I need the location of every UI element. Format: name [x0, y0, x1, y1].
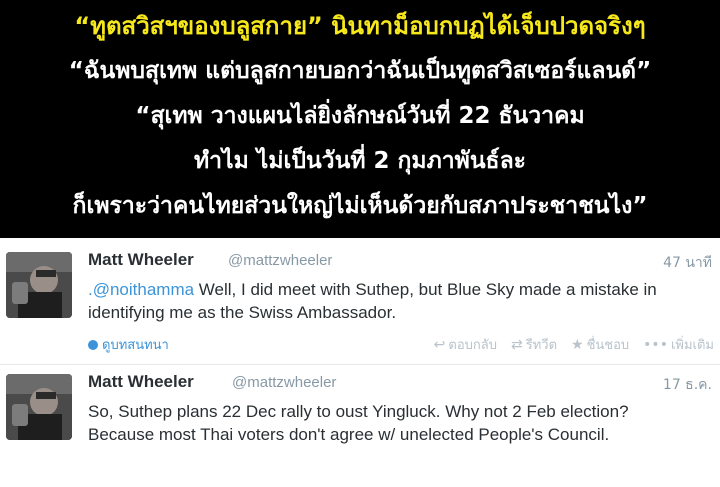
tweet-actions: ↩ ตอบกลับ ⇄ รีทวีต ★ ชื่นชอบ ••• เพิ่มเต… — [434, 334, 714, 355]
author-handle[interactable]: @mattzwheeler — [228, 252, 332, 269]
view-conversation-link[interactable]: ดูบทสนทนา — [88, 334, 169, 355]
avatar[interactable] — [6, 252, 72, 318]
banner-quote-line-2: “สุเทพ วางแผนไล่ยิ่งลักษณ์วันที่ 22 ธันว… — [135, 103, 585, 129]
tweet-text: .@noithamma Well, I did meet with Suthep… — [88, 278, 688, 324]
tweet-feed: Matt Wheeler @mattzwheeler 47 นาที .@noi… — [0, 238, 720, 487]
reply-arrow-icon: ↩ — [433, 336, 446, 353]
banner-quote-line-3: ทำไม ไม่เป็นวันที่ 2 กุมภาพันธ์ละ — [193, 148, 527, 174]
retweet-button[interactable]: ⇄ รีทวีต — [511, 334, 557, 355]
tweet-timestamp[interactable]: 47 นาที — [663, 252, 712, 274]
more-label: เพิ่มเติม — [670, 338, 714, 353]
mention-link[interactable]: .@noithamma — [88, 280, 194, 299]
star-icon: ★ — [571, 336, 584, 353]
headline-banner: “ทูตสวิสฯของบลูสกาย” นินทาม็อบกบฏได้เจ็บ… — [0, 0, 720, 238]
banner-quote-line-1: “ฉันพบสุเทพ แต่บลูสกายบอกว่าฉันเป็นทูตสว… — [68, 58, 652, 84]
reply-label: ตอบกลับ — [448, 338, 497, 353]
tweet[interactable]: Matt Wheeler @mattzwheeler 17 ธ.ค. So, S… — [0, 372, 720, 487]
tweet[interactable]: Matt Wheeler @mattzwheeler 47 นาที .@noi… — [0, 250, 720, 370]
view-conversation-label: ดูบทสนทนา — [102, 338, 169, 353]
author-handle[interactable]: @mattzwheeler — [232, 374, 336, 391]
favorite-button[interactable]: ★ ชื่นชอบ — [571, 334, 629, 355]
reply-button[interactable]: ↩ ตอบกลับ — [434, 334, 497, 355]
author-name[interactable]: Matt Wheeler — [88, 372, 194, 392]
avatar-photo-icon — [6, 252, 72, 318]
tweet-timestamp[interactable]: 17 ธ.ค. — [663, 374, 712, 396]
author-name[interactable]: Matt Wheeler — [88, 250, 194, 270]
avatar-photo-icon — [6, 374, 72, 440]
banner-quote-line-4: ก็เพราะว่าคนไทยส่วนใหญ่ไม่เห็นด้วยกับสภา… — [72, 193, 648, 219]
avatar[interactable] — [6, 374, 72, 440]
tweet-divider — [0, 364, 720, 365]
tweet-text: So, Suthep plans 22 Dec rally to oust Yi… — [88, 402, 629, 444]
retweet-icon: ⇄ — [510, 336, 523, 353]
ellipsis-icon: ••• — [643, 336, 668, 353]
retweet-label: รีทวีต — [525, 338, 558, 353]
more-button[interactable]: ••• เพิ่มเติม — [643, 334, 714, 355]
favorite-label: ชื่นชอบ — [586, 338, 630, 353]
banner-headline: “ทูตสวิสฯของบลูสกาย” นินทาม็อบกบฏได้เจ็บ… — [74, 12, 646, 40]
speech-bubble-icon — [88, 339, 98, 350]
